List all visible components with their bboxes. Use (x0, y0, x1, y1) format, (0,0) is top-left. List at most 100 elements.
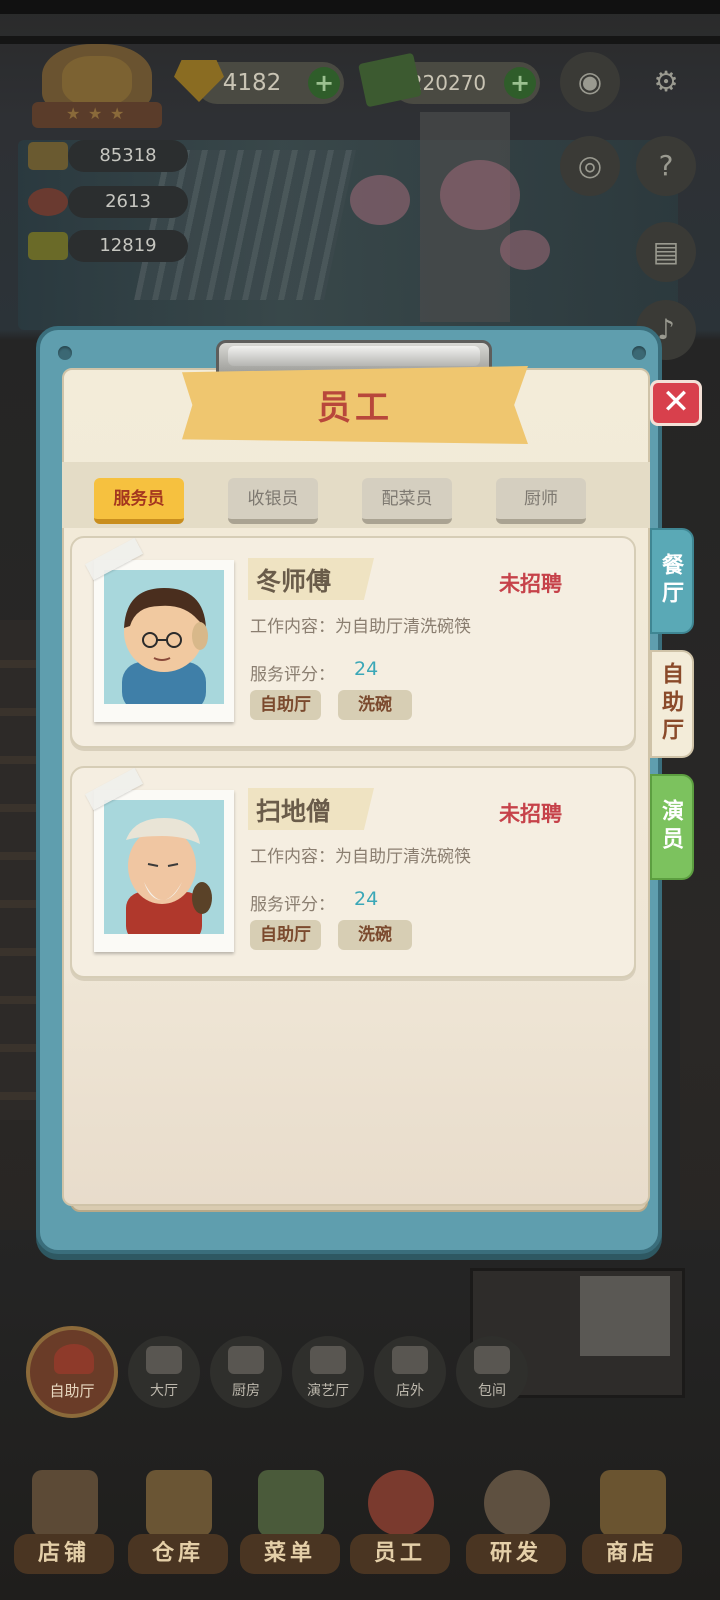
tab-waiter[interactable]: 服务员 (94, 478, 184, 524)
chef-portrait-image (122, 588, 208, 704)
hire-status: 未招聘 (499, 572, 562, 596)
hire-status: 未招聘 (499, 802, 562, 826)
background-shelf (0, 620, 38, 1120)
subnav-label: 自助厅 (49, 1382, 95, 1400)
eye-icon[interactable]: ◎ (560, 136, 620, 196)
staff-portrait (104, 570, 224, 704)
score-value: 24 (354, 888, 379, 910)
game-screen: ★ ★ ★ 4182 + 220270 + ◉ ⚙ ◎ ? ▤ ♪ 85318 … (0, 0, 720, 1600)
staff-photo (94, 790, 234, 952)
subnav-buffet[interactable]: 自助厅 (26, 1326, 118, 1418)
subnav-label: 大厅 (150, 1383, 178, 1399)
stat-value: 2613 (68, 186, 188, 218)
tab-prep-cook[interactable]: 配菜员 (362, 478, 452, 524)
panel-bolt (58, 346, 72, 360)
clipboard-clip-highlight (228, 346, 480, 366)
staff-name: 冬师傅 (256, 567, 332, 596)
background-blossom (500, 230, 550, 270)
close-button[interactable]: ✕ (650, 380, 702, 426)
staff-portrait (104, 800, 224, 934)
guide-book-icon[interactable]: ? (636, 136, 696, 196)
coin-stack-icon (28, 142, 68, 170)
subnav-hall[interactable]: 大厅 (128, 1336, 200, 1408)
cloche-icon (54, 1344, 94, 1374)
waiter-icon (368, 1470, 434, 1536)
staff-name: 扫地僧 (256, 797, 332, 826)
add-cash-button[interactable]: + (504, 67, 536, 99)
subnav-stage[interactable]: 演艺厅 (292, 1336, 364, 1408)
staff-photo (94, 560, 234, 722)
pot-icon (228, 1346, 264, 1374)
side-tab-performer[interactable]: 演员 (650, 774, 694, 880)
stat-value: 12819 (68, 230, 188, 262)
monk-portrait-image (126, 818, 212, 934)
stage-icon (310, 1346, 346, 1374)
dish-icon (28, 188, 68, 216)
mortar-icon (484, 1470, 550, 1536)
subnav-kitchen[interactable]: 厨房 (210, 1336, 282, 1408)
level-crest[interactable]: ★ ★ ★ (32, 44, 162, 134)
store-stall-icon (600, 1470, 666, 1536)
job-text: 为自助厅清洗碗筷 (335, 617, 471, 637)
panel-bolt (632, 346, 646, 360)
subnav-label: 厨房 (232, 1383, 260, 1399)
subnav-label: 演艺厅 (307, 1383, 349, 1399)
background-picture (580, 1276, 670, 1356)
staff-card[interactable]: 冬师傅 未招聘 工作内容：为自助厅清洗碗筷 服务评分： 24 自助厅 洗碗 (70, 536, 636, 748)
job-text: 为自助厅清洗碗筷 (335, 847, 471, 867)
storefront-icon (392, 1346, 428, 1374)
nav-research[interactable]: 研发 (466, 1470, 566, 1580)
background-rack (134, 150, 356, 300)
subnav-label: 包间 (478, 1383, 506, 1399)
shop-house-icon (32, 1470, 98, 1536)
subnav-private-room[interactable]: 包间 (456, 1336, 528, 1408)
staff-card[interactable]: 扫地僧 未招聘 工作内容：为自助厅清洗碗筷 服务评分： 24 自助厅 洗碗 (70, 766, 636, 978)
stat-row-1: 85318 (28, 140, 188, 172)
job-label: 工作内容： (250, 847, 335, 867)
side-tab-restaurant[interactable]: 餐厅 (650, 528, 694, 634)
score-label: 服务评分： (250, 895, 335, 915)
tab-chef[interactable]: 厨师 (496, 478, 586, 524)
score-value: 24 (354, 658, 379, 680)
star-icon: ★ (88, 104, 103, 123)
background-beam (0, 0, 720, 14)
menu-clipboard-icon (258, 1470, 324, 1536)
side-tab-buffet[interactable]: 自助厅 (650, 650, 694, 758)
camera-icon[interactable]: ◉ (560, 52, 620, 112)
nav-label: 菜单 (240, 1534, 340, 1574)
nav-label: 研发 (466, 1534, 566, 1574)
nav-label: 员工 (350, 1534, 450, 1574)
gear-icon[interactable]: ⚙ (636, 52, 696, 112)
tag-hall: 自助厅 (250, 920, 321, 950)
job-description: 工作内容：为自助厅清洗碗筷 (250, 842, 471, 867)
background-blossom (350, 175, 410, 225)
job-description: 工作内容：为自助厅清洗碗筷 (250, 612, 471, 637)
nav-staff[interactable]: 员工 (350, 1470, 450, 1580)
tag-hall: 自助厅 (250, 690, 321, 720)
star-icon: ★ (110, 104, 125, 123)
add-gems-button[interactable]: + (308, 67, 340, 99)
score-label: 服务评分： (250, 665, 335, 685)
dialog-title: 员工 (317, 388, 393, 428)
stat-row-3: 12819 (28, 230, 188, 262)
nav-label: 商店 (582, 1534, 682, 1574)
background-blossom (440, 160, 520, 230)
box-icon (146, 1470, 212, 1536)
subnav-label: 店外 (396, 1383, 424, 1399)
nav-store[interactable]: 商店 (582, 1470, 682, 1580)
nav-warehouse[interactable]: 仓库 (128, 1470, 228, 1580)
stat-row-2: 2613 (28, 186, 188, 218)
tag-skill: 洗碗 (338, 690, 412, 720)
star-icon: ★ (66, 104, 81, 123)
tab-cashier[interactable]: 收银员 (228, 478, 318, 524)
sofa-icon (474, 1346, 510, 1374)
stat-value: 85318 (68, 140, 188, 172)
subnav-outside[interactable]: 店外 (374, 1336, 446, 1408)
nav-label: 店铺 (14, 1534, 114, 1574)
ticket-icon (28, 232, 68, 260)
nav-shop-building[interactable]: 店铺 (14, 1470, 114, 1580)
background-beam (0, 36, 720, 44)
menu-book-icon[interactable]: ▤ (636, 222, 696, 282)
job-label: 工作内容： (250, 617, 335, 637)
nav-menu[interactable]: 菜单 (240, 1470, 340, 1580)
